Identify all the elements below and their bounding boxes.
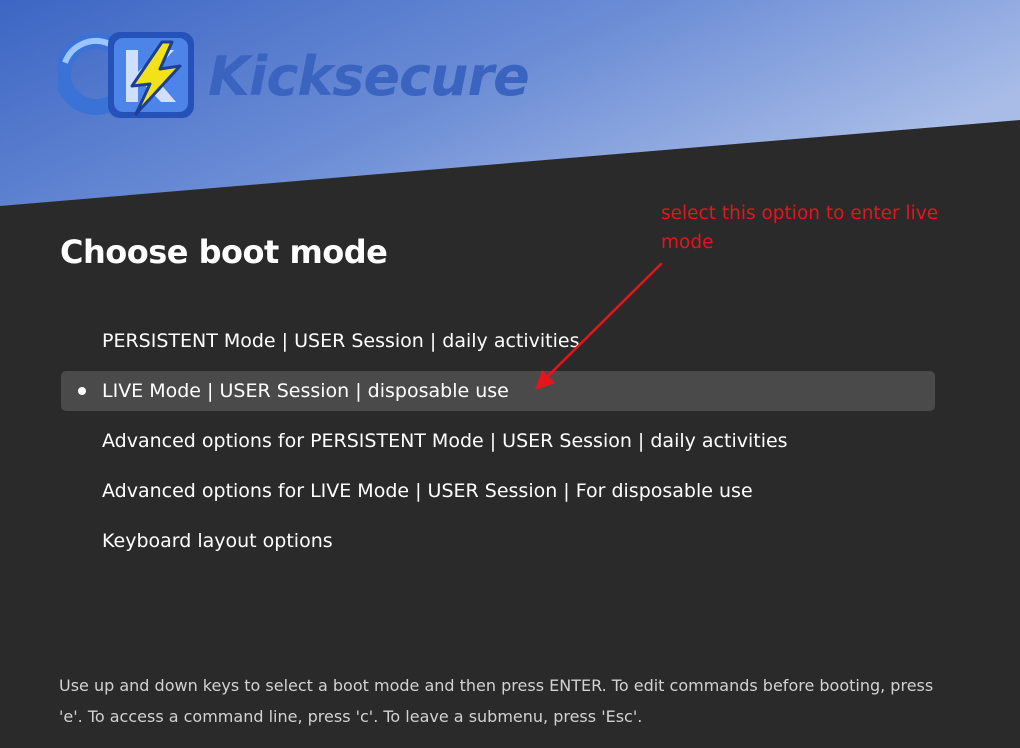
boot-option-label: PERSISTENT Mode | USER Session | daily a… [102,330,580,352]
boot-option-advanced-persistent[interactable]: Advanced options for PERSISTENT Mode | U… [61,421,935,461]
boot-option-label: LIVE Mode | USER Session | disposable us… [102,380,509,402]
boot-option-label: Advanced options for LIVE Mode | USER Se… [102,480,753,502]
boot-option-label: Advanced options for PERSISTENT Mode | U… [102,430,788,452]
brand-name: Kicksecure [208,45,530,108]
help-text: Use up and down keys to select a boot mo… [59,676,934,726]
boot-option-persistent[interactable]: PERSISTENT Mode | USER Session | daily a… [61,321,935,361]
annotation-note: select this option to enter live mode [661,203,939,253]
boot-menu: PERSISTENT Mode | USER Session | daily a… [61,321,935,571]
boot-option-live[interactable]: LIVE Mode | USER Session | disposable us… [61,371,935,411]
boot-option-keyboard-layout[interactable]: Keyboard layout options [61,521,935,561]
page-title: Choose boot mode [60,233,388,271]
boot-option-advanced-live[interactable]: Advanced options for LIVE Mode | USER Se… [61,471,935,511]
boot-option-label: Keyboard layout options [102,530,333,552]
kicksecure-logo-icon [58,32,194,118]
selected-bullet-icon [78,387,86,395]
